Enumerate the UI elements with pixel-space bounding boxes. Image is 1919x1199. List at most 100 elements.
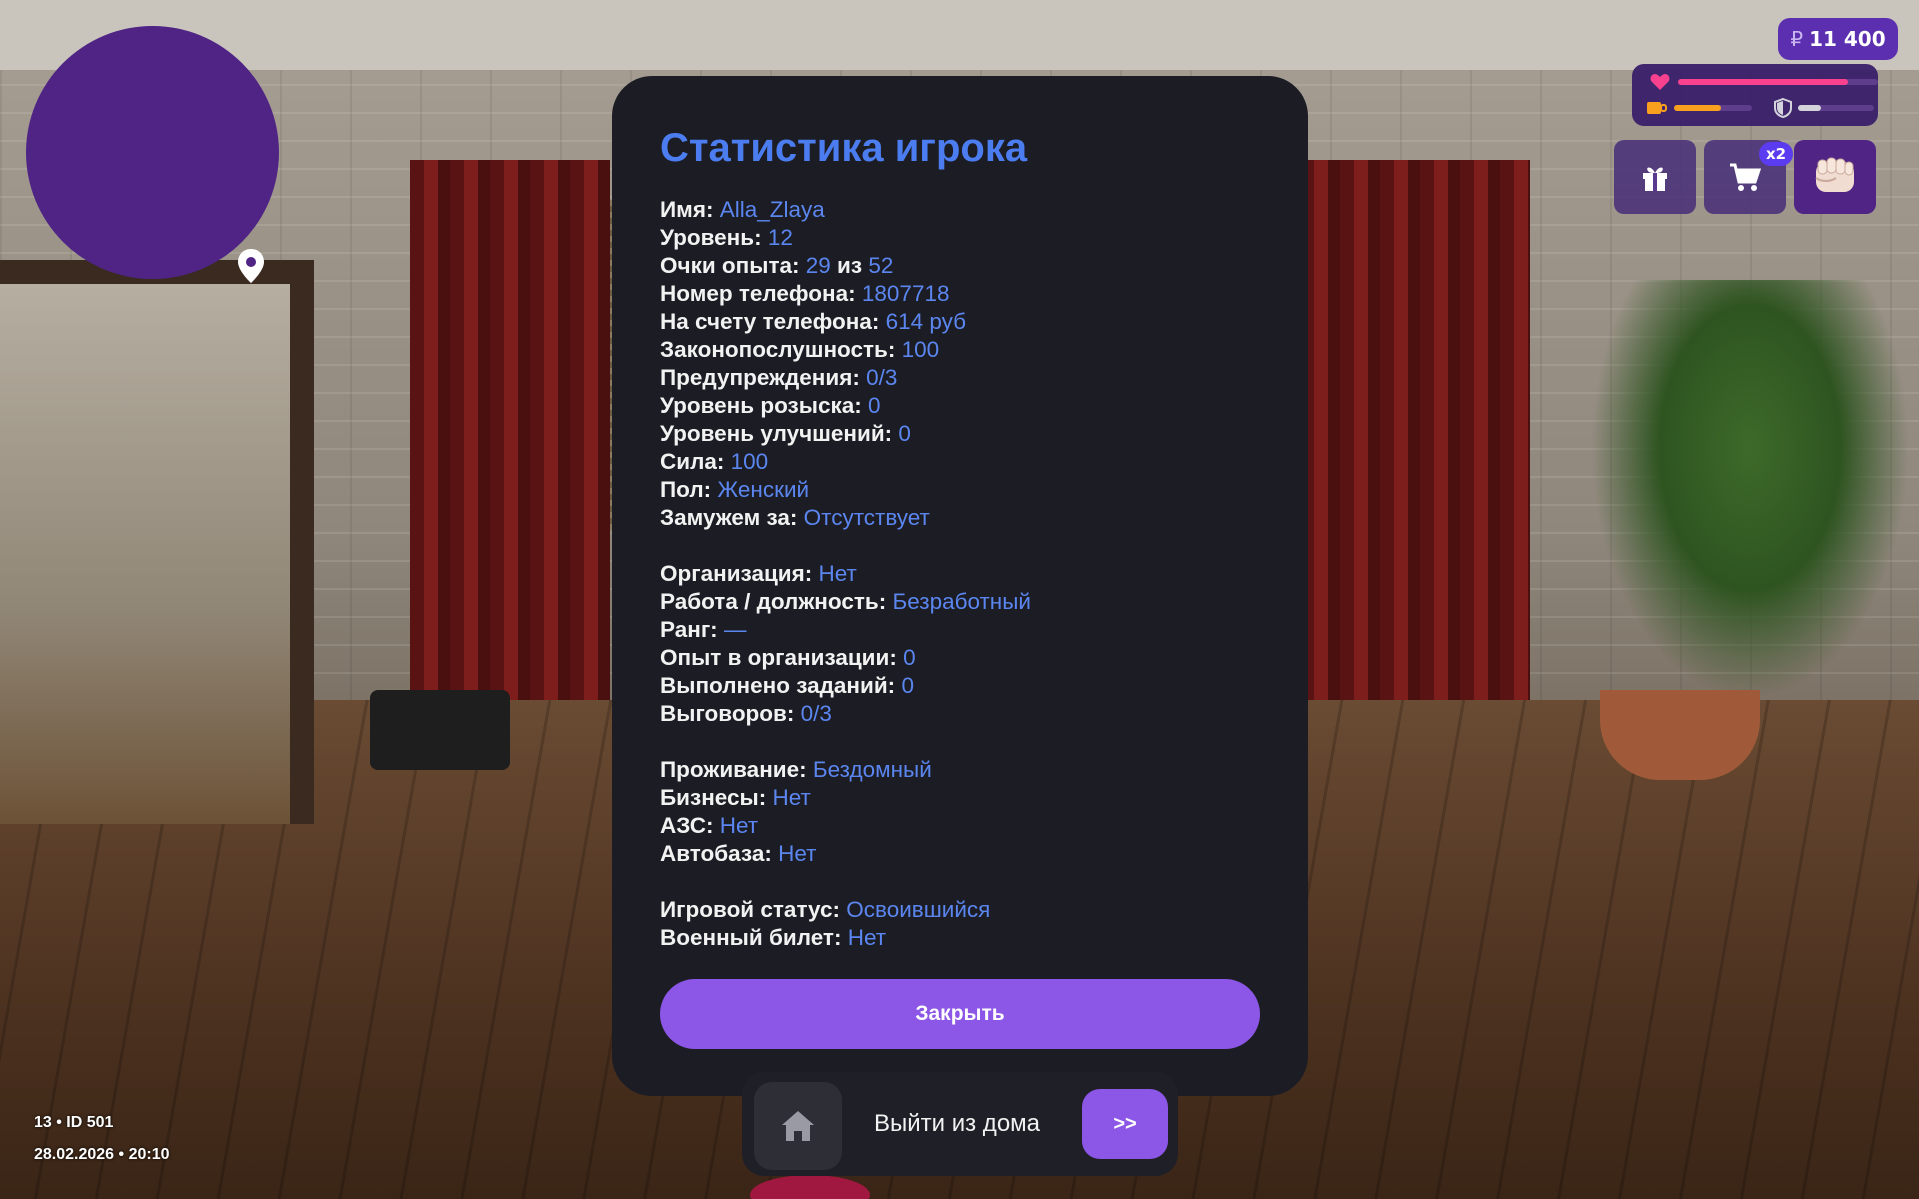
stat-label: Уровень улучшений: [660,421,893,446]
stat-value: Нет [772,785,811,810]
health-bar [1678,79,1878,85]
curtain-right [1300,160,1530,700]
stat-label: Ранг: [660,617,718,642]
stat-label: Сила: [660,449,725,474]
stat-label: Автобаза: [660,841,772,866]
stat-row: Законопослушность: 100 [660,336,1031,364]
fist-weapon-button[interactable] [1794,140,1876,214]
stat-row: Уровень: 12 [660,224,1031,252]
armor-shield-icon [1774,98,1792,118]
stat-row: Сила: 100 [660,448,1031,476]
plant-pot [1600,690,1760,780]
gift-button[interactable] [1614,140,1696,214]
stat-row: Опыт в организации: 0 [660,644,1031,672]
stat-label: Выговоров: [660,701,795,726]
exit-house-button[interactable]: >> [1082,1089,1168,1159]
stat-label: Организация: [660,561,813,586]
stat-row: Уровень розыска: 0 [660,392,1031,420]
ceiling [0,0,1919,70]
minimap[interactable] [26,26,279,283]
stat-row: Уровень улучшений: 0 [660,420,1031,448]
stat-value: Нет [847,925,887,950]
exit-house-panel: Выйти из дома >> [742,1072,1178,1176]
stat-value: Нет [818,561,857,586]
stat-row: Номер телефона: 1807718 [660,280,1031,308]
date-time-text: 28.02.2026 • 20:10 [34,1146,170,1163]
suitcase [370,690,510,770]
stat-value: Освоившийся [846,897,991,922]
stat-value: 614 руб [885,309,967,334]
stat-row: Бизнесы: Нет [660,784,1031,812]
stat-label: Пол: [660,477,712,502]
stat-row: Имя: Alla_Zlaya [660,196,1031,224]
stat-row: На счету телефона: 614 руб [660,308,1031,336]
stat-row: Игровой статус: Освоившийся [660,896,1031,924]
stat-row: Работа / должность: Безработный [660,588,1031,616]
location-pin-icon [238,249,264,283]
cart-badge: x2 [1759,142,1793,166]
home-button[interactable] [754,1082,842,1170]
stat-value-max: 52 [868,253,894,278]
stat-value: Отсутствует [803,505,930,530]
stat-label: Замужем за: [660,505,798,530]
stat-label: Очки опыта: [660,253,800,278]
gift-icon [1643,167,1667,191]
money-amount: 11 400 [1809,27,1886,51]
exit-house-label: Выйти из дома [874,1110,1041,1137]
close-button[interactable]: Закрыть [660,979,1260,1049]
stat-value: 29 [805,253,831,278]
stat-label: Номер телефона: [660,281,856,306]
plant [1590,280,1910,700]
stat-label: Игровой статус: [660,897,840,922]
stat-row: Выговоров: 0/3 [660,700,1031,728]
modal-title: Статистика игрока [660,126,1028,170]
stat-row: Выполнено заданий: 0 [660,672,1031,700]
stat-label: Выполнено заданий: [660,673,896,698]
stats-list: Имя: Alla_Zlaya Уровень: 12 Очки опыта: 29… [660,196,1031,952]
stat-row: Ранг: — [660,616,1031,644]
stat-row: Замужем за: Отсутствует [660,504,1031,532]
stat-value: 12 [767,225,793,250]
hunger-bar [1674,105,1752,111]
stat-label: Уровень розыска: [660,393,862,418]
money-display: ₽ 11 400 [1778,18,1898,60]
ruble-icon: ₽ [1790,27,1804,51]
stat-value: Бездомный [812,757,932,782]
stat-value: Женский [717,477,810,502]
fist-icon [1815,157,1854,192]
stat-row: Пол: Женский [660,476,1031,504]
stat-value: 0 [901,673,914,698]
stat-value: 0/3 [866,365,898,390]
stat-label: Предупреждения: [660,365,860,390]
curtain-left [410,160,610,700]
player-stats-modal: Статистика игрока Имя: Alla_Zlaya Уровень… [612,76,1308,1096]
stat-connector: из [837,253,863,278]
stat-value: 0 [898,421,911,446]
stat-label: Уровень: [660,225,762,250]
stat-label: АЗС: [660,813,714,838]
stat-row: Военный билет: Нет [660,924,1031,952]
stat-row: Предупреждения: 0/3 [660,364,1031,392]
stat-value: 0 [903,645,916,670]
doorway [0,260,314,824]
stat-value: 0 [868,393,881,418]
stat-row: Очки опыта: 29 из 52 [660,252,1031,280]
stat-value: 1807718 [861,281,950,306]
stat-value: Нет [719,813,759,838]
status-bars [1632,64,1878,126]
stat-label: Имя: [660,197,714,222]
stat-label: На счету телефона: [660,309,880,334]
stat-label: Бизнесы: [660,785,767,810]
stat-value: 0/3 [800,701,832,726]
food-icon [1647,102,1667,114]
stat-row: Автобаза: Нет [660,840,1031,868]
stat-value: 100 [901,337,940,362]
stat-label: Законопослушность: [660,337,896,362]
stat-label: Опыт в организации: [660,645,897,670]
stat-value: 100 [730,449,769,474]
home-icon [782,1111,814,1141]
armor-bar [1798,105,1874,111]
server-id-text: 13 • ID 501 [34,1114,114,1131]
